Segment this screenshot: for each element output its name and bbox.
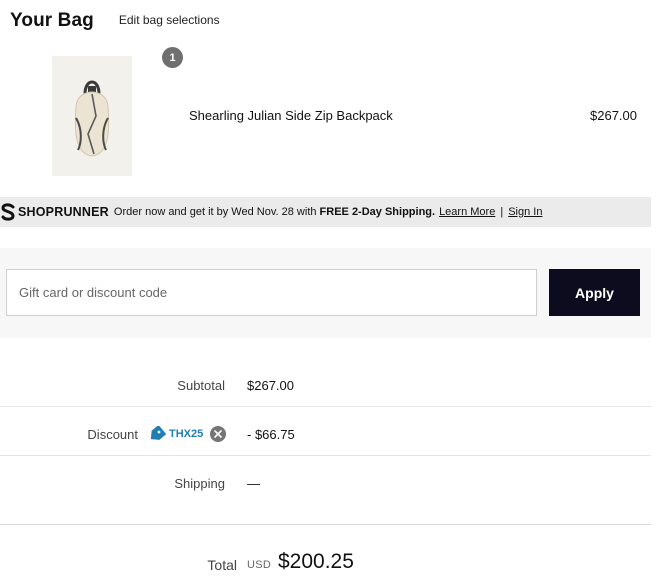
shoprunner-banner: SHOPRUNNER Order now and get it by Wed N… <box>0 197 651 227</box>
apply-button[interactable]: Apply <box>549 269 640 316</box>
shoprunner-free-shipping: FREE 2-Day Shipping. <box>319 206 436 218</box>
total-amount: $200.25 <box>278 550 354 573</box>
total-currency: USD <box>247 559 272 571</box>
bag-header: Your Bag Edit bag selections <box>10 10 220 32</box>
discount-code-input[interactable] <box>6 269 537 316</box>
total-label: Total <box>207 557 237 573</box>
subtotal-label: Subtotal <box>177 378 225 393</box>
subtotal-value: $267.00 <box>247 378 294 393</box>
divider <box>0 524 651 525</box>
promo-section: Apply <box>0 248 651 338</box>
coupon-code: THX25 <box>169 428 204 440</box>
remove-coupon-icon[interactable] <box>210 426 227 442</box>
item-price: $267.00 <box>590 108 637 123</box>
quantity-badge: 1 <box>162 47 183 68</box>
shoprunner-logo: SHOPRUNNER <box>0 203 109 221</box>
discount-row: Discount THX25 - $66.75 <box>0 421 651 470</box>
divider <box>0 455 651 456</box>
shoprunner-brand: SHOPRUNNER <box>18 205 109 219</box>
shoprunner-s-icon <box>1 203 15 221</box>
learn-more-link[interactable]: Learn More <box>439 206 495 218</box>
shipping-row: Shipping — <box>0 470 651 519</box>
discount-label: Discount <box>87 427 138 442</box>
page-title: Your Bag <box>10 10 94 31</box>
edit-bag-link[interactable]: Edit bag selections <box>119 13 220 27</box>
shoprunner-separator: | <box>500 206 504 218</box>
item-name[interactable]: Shearling Julian Side Zip Backpack <box>189 108 393 123</box>
backpack-image[interactable] <box>52 56 132 176</box>
tag-icon <box>150 426 166 440</box>
subtotal-row: Subtotal $267.00 <box>0 372 651 421</box>
shipping-value: — <box>247 476 260 491</box>
shipping-label: Shipping <box>174 476 225 491</box>
sign-in-link[interactable]: Sign In <box>508 206 542 218</box>
shoprunner-message: Order now and get it by Wed Nov. 28 with <box>113 206 320 218</box>
discount-value: - $66.75 <box>247 427 295 442</box>
divider <box>0 406 651 407</box>
coupon-tag: THX25 <box>148 426 227 442</box>
